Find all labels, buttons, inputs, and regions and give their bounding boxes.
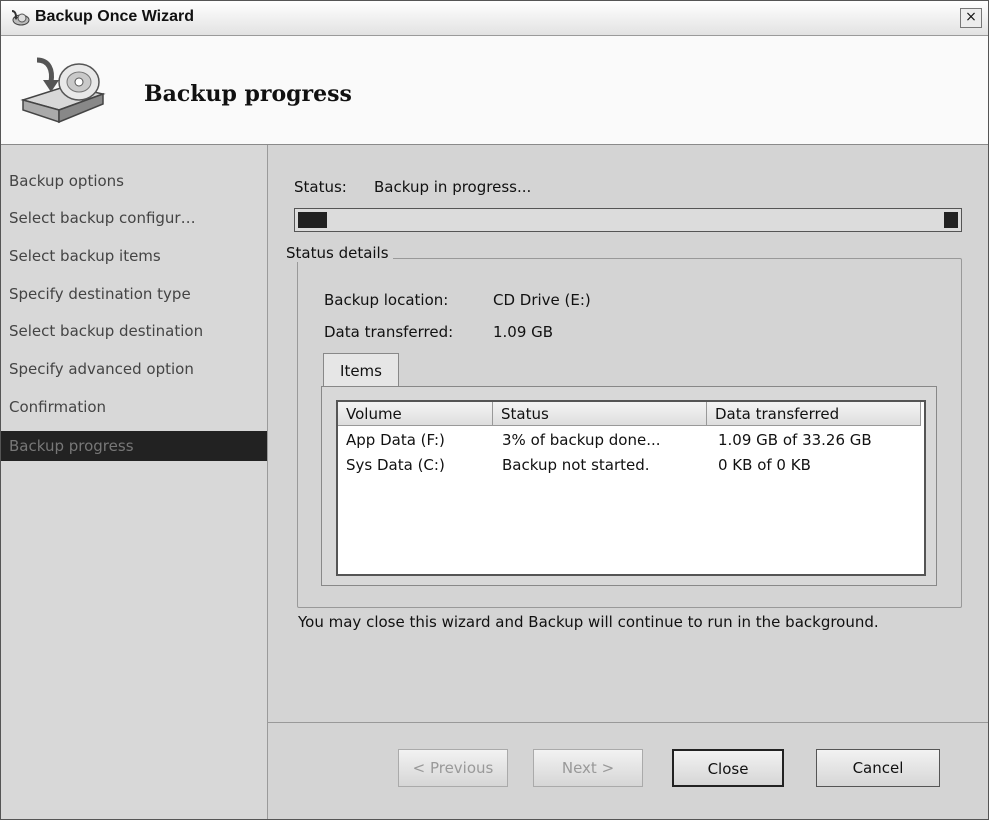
sidebar-item-select-backup-items[interactable]: Select backup items (1, 241, 267, 271)
table-cell-status: Backup not started. (502, 456, 650, 474)
backup-wizard-icon (15, 56, 115, 128)
table-cell-volume: App Data (F:) (346, 431, 445, 449)
title-bar: Backup Once Wizard × (1, 1, 988, 36)
items-list-view[interactable]: Volume Status Data transferred App Data … (336, 400, 926, 576)
button-separator (268, 722, 988, 723)
column-header-volume[interactable]: Volume (338, 402, 493, 426)
close-button[interactable]: Close (672, 749, 784, 787)
table-cell-data-transferred: 0 KB of 0 KB (718, 456, 811, 474)
background-run-note: You may close this wizard and Backup wil… (298, 613, 879, 631)
previous-button[interactable]: < Previous (398, 749, 508, 787)
backup-location-value: CD Drive (E:) (493, 291, 591, 309)
status-label: Status: (294, 178, 347, 196)
close-window-button[interactable]: × (960, 8, 982, 28)
table-cell-data-transferred: 1.09 GB of 33.26 GB (718, 431, 872, 449)
items-tab-panel: Volume Status Data transferred App Data … (321, 386, 937, 586)
column-header-status[interactable]: Status (493, 402, 707, 426)
progress-end-block (944, 212, 958, 228)
sidebar-item-select-backup-configuration[interactable]: Select backup configur… (1, 203, 267, 233)
data-transferred-value: 1.09 GB (493, 323, 554, 341)
wizard-header: Backup progress (1, 36, 988, 145)
wizard-content: Status: Backup in progress... Status det… (268, 145, 988, 819)
tab-items[interactable]: Items (323, 353, 399, 388)
sidebar-item-select-backup-destination[interactable]: Select backup destination (1, 316, 267, 346)
backup-once-wizard-window: Backup Once Wizard × Backup progress Bac… (0, 0, 989, 820)
data-transferred-label: Data transferred: (324, 323, 454, 341)
backup-progress-bar (294, 208, 962, 232)
column-header-data-transferred[interactable]: Data transferred (707, 402, 921, 426)
window-title: Backup Once Wizard (35, 8, 195, 25)
page-title: Backup progress (144, 81, 352, 107)
backup-app-icon (9, 9, 31, 27)
table-cell-volume: Sys Data (C:) (346, 456, 445, 474)
progress-fill (298, 212, 327, 228)
table-cell-status: 3% of backup done... (502, 431, 661, 449)
status-value: Backup in progress... (374, 178, 532, 196)
wizard-steps-sidebar: Backup options Select backup configur… S… (1, 145, 268, 819)
backup-location-label: Backup location: (324, 291, 449, 309)
sidebar-item-backup-progress[interactable]: Backup progress (1, 431, 267, 461)
sidebar-item-specify-destination-type[interactable]: Specify destination type (1, 279, 267, 309)
cancel-button[interactable]: Cancel (816, 749, 940, 787)
status-details-title: Status details (282, 244, 393, 262)
sidebar-item-specify-advanced-option[interactable]: Specify advanced option (1, 354, 267, 384)
sidebar-item-backup-options[interactable]: Backup options (1, 166, 267, 196)
sidebar-item-confirmation[interactable]: Confirmation (1, 392, 267, 422)
next-button[interactable]: Next > (533, 749, 643, 787)
